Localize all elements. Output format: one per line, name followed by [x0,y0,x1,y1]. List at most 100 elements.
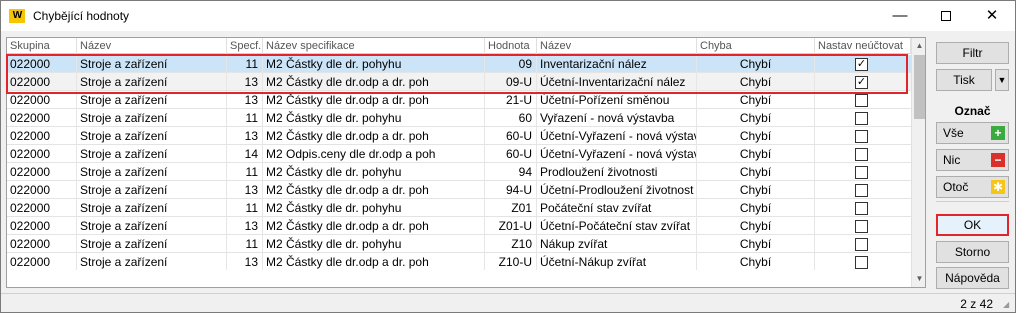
col-header-skupina[interactable]: Skupina [7,38,77,54]
col-header-nazev-specifikace[interactable]: Název specifikace [263,38,485,54]
col-header-nazev-hodnoty[interactable]: Název [537,38,697,54]
cell-nazev: Stroje a zařízení [77,73,227,91]
cell-nazev-hodnoty: Účetní-Inventarizační nález [537,73,697,91]
tisk-dropdown-icon[interactable]: ▼ [995,69,1009,91]
cell-chyba: Chybí [697,235,815,253]
cell-nazev-hodnoty: Nákup zvířat [537,235,697,253]
status-bar: 2 z 42 ◢ [1,293,1015,312]
cell-nazev: Stroje a zařízení [77,91,227,109]
minimize-button[interactable]: — [877,1,923,31]
cell-chyba: Chybí [697,199,815,217]
cell-skupina: 022000 [7,145,77,163]
table-row[interactable]: 022000 Stroje a zařízení 13 M2 Částky dle d… [7,91,911,109]
resize-grip-icon[interactable]: ◢ [1003,300,1013,310]
cell-chyba: Chybí [697,127,815,145]
col-header-nastav-neuctovat[interactable]: Nastav neúčtovat [815,38,911,54]
cell-specf: 13 [227,253,263,271]
cell-skupina: 022000 [7,181,77,199]
col-header-chyba[interactable]: Chyba [697,38,815,54]
table-row[interactable]: 022000 Stroje a zařízení 11 M2 Částky dle d… [7,235,911,253]
neuctovat-checkbox[interactable] [855,220,868,233]
cell-nazev: Stroje a zařízení [77,55,227,73]
cell-nazev-hodnoty: Účetní-Počáteční stav zvířat [537,217,697,235]
select-none-button[interactable]: Nic − [936,149,1009,171]
neuctovat-checkbox[interactable]: ✓ [855,76,868,89]
table-row[interactable]: 022000 Stroje a zařízení 13 M2 Částky dle d… [7,73,911,91]
cell-nazev-specifikace: M2 Částky dle dr.odp a dr. poh [263,91,485,109]
napoveda-button[interactable]: Nápověda [936,267,1009,289]
scroll-up-icon[interactable]: ▲ [912,38,925,54]
neuctovat-checkbox[interactable] [855,202,868,215]
cell-chyba: Chybí [697,109,815,127]
grid-empty-area [7,270,911,287]
cell-skupina: 022000 [7,73,77,91]
table-row[interactable]: 022000 Stroje a zařízení 11 M2 Částky dle d… [7,199,911,217]
minus-icon: − [991,153,1005,167]
cell-skupina: 022000 [7,253,77,271]
cell-chyba: Chybí [697,253,815,271]
cell-specf: 13 [227,91,263,109]
cell-hodnota: 60-U [485,127,537,145]
cell-nazev-specifikace: M2 Částky dle dr.odp a dr. poh [263,181,485,199]
missing-values-grid[interactable]: Skupina Název Specf. Název specifikace H… [6,37,926,288]
scroll-thumb[interactable] [914,55,925,119]
table-row[interactable]: 022000 Stroje a zařízení 13 M2 Částky dle d… [7,181,911,199]
neuctovat-checkbox[interactable] [855,256,868,269]
plus-icon: + [991,126,1005,140]
ok-button[interactable]: OK [936,214,1009,236]
table-row[interactable]: 022000 Stroje a zařízení 13 M2 Částky dle d… [7,127,911,145]
filtr-button[interactable]: Filtr [936,42,1009,64]
col-header-nazev[interactable]: Název [77,38,227,54]
col-header-specf[interactable]: Specf. [227,38,263,54]
cell-nazev-specifikace: M2 Částky dle dr. pohyhu [263,235,485,253]
cell-specf: 13 [227,127,263,145]
close-button[interactable]: ✕ [969,1,1015,31]
scroll-down-icon[interactable]: ▼ [912,271,925,287]
cell-specf: 11 [227,55,263,73]
cell-nazev-specifikace: M2 Částky dle dr.odp a dr. poh [263,217,485,235]
table-row[interactable]: 022000 Stroje a zařízení 13 M2 Částky dle d… [7,253,911,271]
table-row[interactable]: 022000 Stroje a zařízení 14 M2 Odpis.ceny d… [7,145,911,163]
cell-nazev: Stroje a zařízení [77,235,227,253]
cell-hodnota: 09 [485,55,537,73]
table-row[interactable]: 022000 Stroje a zařízení 11 M2 Částky dle d… [7,163,911,181]
cell-nazev: Stroje a zařízení [77,109,227,127]
cell-nazev-hodnoty: Vyřazení - nová výstavba [537,109,697,127]
cell-hodnota: Z10-U [485,253,537,271]
maximize-icon [941,11,951,22]
grid-header: Skupina Název Specf. Název specifikace H… [7,38,911,54]
cell-specf: 11 [227,163,263,181]
table-row[interactable]: 022000 Stroje a zařízení 11 M2 Částky dle d… [7,109,911,127]
window-title: Chybějící hodnoty [33,9,130,23]
cell-hodnota: 21-U [485,91,537,109]
cell-hodnota: 60 [485,109,537,127]
neuctovat-checkbox[interactable] [855,130,868,143]
cell-nazev: Stroje a zařízení [77,127,227,145]
cell-skupina: 022000 [7,91,77,109]
neuctovat-checkbox[interactable] [855,238,868,251]
tisk-button[interactable]: Tisk [936,69,992,91]
cell-hodnota: 60-U [485,145,537,163]
neuctovat-checkbox[interactable]: ✓ [855,58,868,71]
select-all-label: Vše [943,126,964,140]
select-all-button[interactable]: Vše + [936,122,1009,144]
storno-button[interactable]: Storno [936,241,1009,263]
table-row[interactable]: 022000 Stroje a zařízení 13 M2 Částky dle d… [7,217,911,235]
col-header-hodnota[interactable]: Hodnota [485,38,537,54]
neuctovat-checkbox[interactable] [855,184,868,197]
maximize-button[interactable] [923,1,969,31]
cell-skupina: 022000 [7,199,77,217]
table-row[interactable]: 022000 Stroje a zařízení 11 M2 Částky dle d… [7,55,911,73]
neuctovat-checkbox[interactable] [855,94,868,107]
vertical-scrollbar[interactable]: ▲ ▼ [911,38,925,287]
cell-nazev-hodnoty: Účetní-Vyřazení - nová výstav [537,127,697,145]
selection-count: 2 z 42 [960,297,993,311]
cell-hodnota: Z10 [485,235,537,253]
neuctovat-checkbox[interactable] [855,148,868,161]
neuctovat-checkbox[interactable] [855,166,868,179]
side-separator [936,201,1009,202]
cell-nazev: Stroje a zařízení [77,145,227,163]
neuctovat-checkbox[interactable] [855,112,868,125]
invert-selection-button[interactable]: Otoč ✱ [936,176,1009,198]
cell-nazev-hodnoty: Počáteční stav zvířat [537,199,697,217]
